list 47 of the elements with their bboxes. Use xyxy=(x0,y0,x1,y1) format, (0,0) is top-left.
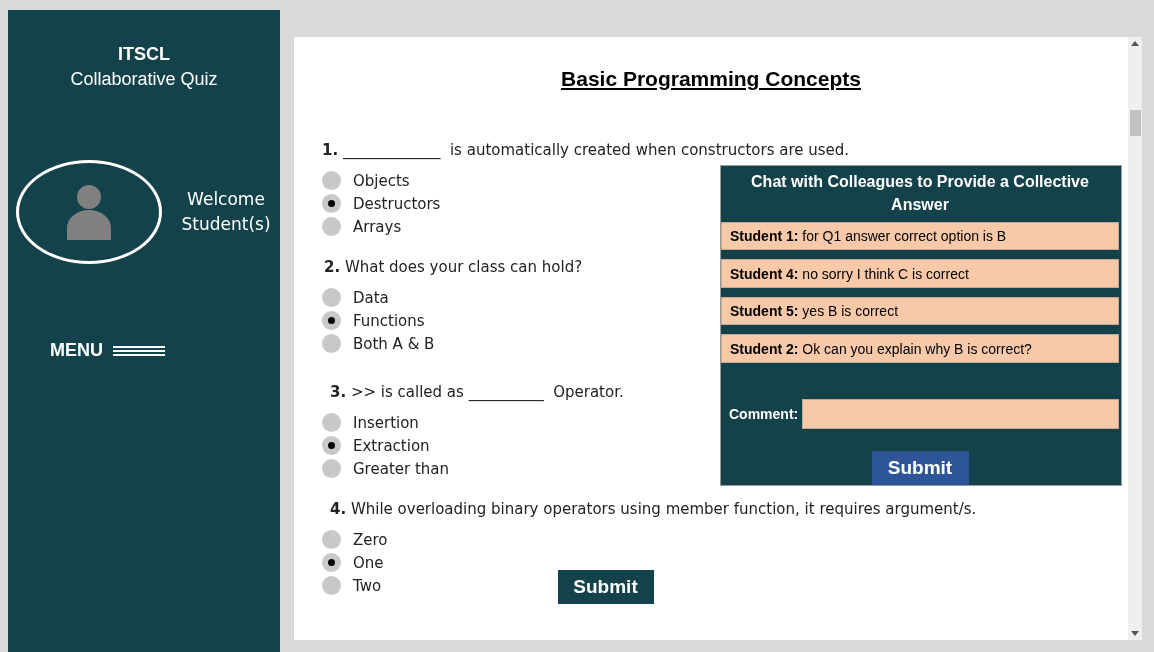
comment-label: Comment: xyxy=(728,405,800,422)
welcome-text: Welcome Student(s) xyxy=(180,188,272,236)
option-label: Two xyxy=(353,576,382,595)
chat-submit-button[interactable]: Submit xyxy=(871,450,969,485)
radio-button[interactable] xyxy=(322,413,341,432)
app-subtitle: Collaborative Quiz xyxy=(70,69,218,90)
option-label: Both A & B xyxy=(353,334,435,353)
chat-title: Chat with Colleagues to Provide a Collective Answer xyxy=(750,172,1090,215)
option-label: Greater than xyxy=(353,459,449,478)
chat-message: Student 2: Ok can you explain why B is correct? xyxy=(721,334,1119,363)
chat-message: Student 5: yes B is correct xyxy=(721,296,1119,326)
radio-button[interactable] xyxy=(322,171,341,190)
submit-button[interactable]: Submit xyxy=(557,570,654,604)
option-label: Extraction xyxy=(353,436,430,455)
scroll-up-icon[interactable] xyxy=(1131,41,1139,46)
menu-label[interactable]: MENU xyxy=(50,340,103,361)
menu-icon[interactable] xyxy=(113,344,165,357)
radio-button[interactable] xyxy=(322,553,341,572)
radio-button[interactable] xyxy=(322,217,341,236)
option-label: Destructors xyxy=(353,194,441,213)
option-label: Data xyxy=(353,288,389,307)
quiz-title: Basic Programming Concepts xyxy=(561,67,861,91)
radio-button[interactable] xyxy=(322,436,341,455)
question-text: 2. What does your class can hold? xyxy=(323,258,584,276)
chat-message: Student 1: for Q1 answer correct option is B xyxy=(721,222,1119,251)
option-label: One xyxy=(353,553,384,572)
chat-message: Student 4: no sorry I think C is correct xyxy=(721,259,1119,288)
radio-button[interactable] xyxy=(322,194,341,213)
comment-field[interactable] xyxy=(802,398,1119,429)
scroll-down-icon[interactable] xyxy=(1131,631,1139,636)
radio-button[interactable] xyxy=(322,530,341,549)
scroll-thumb[interactable] xyxy=(1130,110,1141,136)
option-label: Insertion xyxy=(353,413,419,432)
radio-button[interactable] xyxy=(322,288,341,307)
radio-button[interactable] xyxy=(322,334,341,353)
question-text: 3. >> is called as __________ Operator. xyxy=(329,383,625,401)
option-label: Zero xyxy=(353,530,388,549)
question-text: 4. While overloading binary operators using member function, it requires argument/s. xyxy=(329,500,977,518)
person-icon xyxy=(65,184,113,240)
option-label: Functions xyxy=(353,311,425,330)
radio-button[interactable] xyxy=(322,459,341,478)
option-label: Objects xyxy=(353,171,410,190)
radio-button[interactable] xyxy=(322,576,341,595)
option-label: Arrays xyxy=(353,217,402,236)
question-text: 1. _____________ is automatically created when constructors are used. xyxy=(321,141,851,159)
brand-title: ITSCL xyxy=(118,44,170,65)
radio-button[interactable] xyxy=(322,311,341,330)
